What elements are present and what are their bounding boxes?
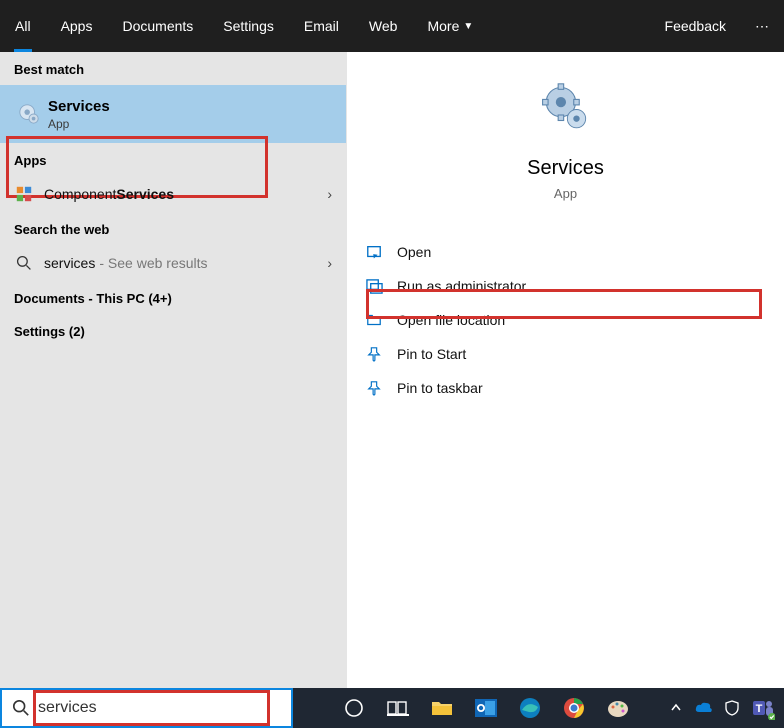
action-pin-to-taskbar[interactable]: Pin to taskbar — [347, 371, 784, 405]
action-pin-to-start[interactable]: Pin to Start — [347, 337, 784, 371]
gears-icon — [538, 82, 593, 137]
documents-heading[interactable]: Documents - This PC (4+) — [0, 281, 346, 314]
tab-all[interactable]: All — [0, 0, 46, 52]
action-open-label: Open — [397, 244, 431, 260]
cortana-icon[interactable] — [333, 688, 375, 728]
result-web-search[interactable]: services - See web results › — [0, 245, 346, 281]
preview-subtitle: App — [347, 186, 784, 201]
paint-icon[interactable] — [597, 688, 639, 728]
file-explorer-icon[interactable] — [421, 688, 463, 728]
component-services-icon — [14, 184, 34, 204]
gear-icon — [18, 103, 40, 125]
best-match-heading: Best match — [0, 52, 346, 85]
chevron-right-icon: › — [327, 186, 332, 202]
action-open[interactable]: Open — [347, 235, 784, 269]
result-component-services[interactable]: Component Services › — [0, 176, 346, 212]
search-box[interactable] — [0, 688, 293, 728]
admin-shield-icon — [365, 277, 383, 295]
onedrive-icon[interactable] — [690, 688, 718, 728]
action-run-as-admin[interactable]: Run as administrator — [347, 269, 784, 303]
search-icon — [12, 699, 30, 717]
security-icon[interactable] — [718, 688, 746, 728]
open-icon — [365, 243, 383, 261]
folder-open-icon — [365, 311, 383, 329]
filter-tabs: All Apps Documents Settings Email Web Mo… — [0, 0, 784, 52]
svg-text:T: T — [756, 703, 763, 715]
feedback-link[interactable]: Feedback — [650, 18, 741, 34]
web-suffix-text: - See web results — [99, 255, 207, 271]
search-web-heading: Search the web — [0, 212, 346, 245]
chevron-right-icon: › — [327, 255, 332, 271]
chrome-icon[interactable] — [553, 688, 595, 728]
preview-title: Services — [347, 157, 784, 180]
action-pin-to-start-label: Pin to Start — [397, 346, 466, 362]
action-run-as-admin-label: Run as administrator — [397, 278, 526, 294]
action-open-file-location-label: Open file location — [397, 312, 505, 328]
preview-pane: Services App Open Run as administrator — [346, 52, 784, 688]
tab-email[interactable]: Email — [289, 0, 354, 52]
result-label-prefix: Component — [44, 186, 116, 202]
tab-apps[interactable]: Apps — [46, 0, 108, 52]
more-options-icon[interactable]: ⋯ — [741, 18, 784, 35]
task-view-icon[interactable] — [377, 688, 419, 728]
web-query-text: services — [44, 255, 95, 271]
apps-heading: Apps — [0, 143, 346, 176]
teams-icon[interactable]: T — [746, 688, 780, 728]
pin-start-icon — [365, 345, 383, 363]
settings-heading[interactable]: Settings (2) — [0, 314, 346, 347]
tab-more-label: More — [427, 18, 459, 34]
pin-taskbar-icon — [365, 379, 383, 397]
best-match-subtitle: App — [48, 117, 110, 131]
chevron-down-icon: ▼ — [463, 21, 473, 32]
results-panel: Best match Services App Apps Component S… — [0, 52, 346, 688]
edge-icon[interactable] — [509, 688, 551, 728]
best-match-result[interactable]: Services App — [0, 85, 346, 143]
tab-web[interactable]: Web — [354, 0, 413, 52]
outlook-icon[interactable] — [465, 688, 507, 728]
search-icon — [14, 253, 34, 273]
tab-more[interactable]: More ▼ — [412, 0, 488, 52]
tab-settings[interactable]: Settings — [208, 0, 289, 52]
action-open-file-location[interactable]: Open file location — [347, 303, 784, 337]
tab-documents[interactable]: Documents — [107, 0, 208, 52]
action-pin-to-taskbar-label: Pin to taskbar — [397, 380, 483, 396]
best-match-title: Services — [48, 98, 110, 115]
search-input[interactable] — [38, 699, 281, 717]
tray-chevron-icon[interactable] — [662, 688, 690, 728]
result-label-bold: Services — [116, 186, 174, 202]
taskbar: T — [0, 688, 784, 728]
